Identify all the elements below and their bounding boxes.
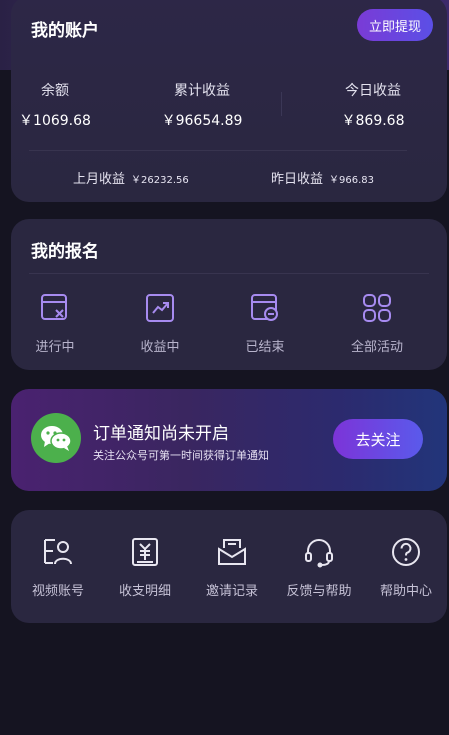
tool-item-label: 帮助中心 [379,584,432,599]
today-income-label: 今日收益 [345,83,401,99]
total-income-label: 累计收益 [174,83,230,99]
yesterday-value: ￥966.83 [329,175,375,186]
notice-subtitle: 关注公众号可第一时间获得订单通知 [93,449,269,462]
signup-item-label: 收益中 [140,340,180,355]
tools-card: 视频账号 收支明细 邀请记录 反馈与帮助 帮助中心 [11,510,447,623]
signup-item-in-progress[interactable]: 进行中 [11,292,99,355]
signup-item-label: 进行中 [35,340,75,355]
signup-item-earning[interactable]: 收益中 [116,292,204,355]
tool-item-label: 反馈与帮助 [286,584,352,599]
signup-divider [29,273,429,274]
trend-chart-icon [146,294,174,322]
last-month-stat: 上月收益 ￥26232.56 [73,168,189,187]
signup-item-label: 已结束 [245,340,285,355]
signup-card: 我的报名 进行中 收益中 已结束 全部活动 [11,219,447,370]
notice-title: 订单通知尚未开启 [93,424,229,444]
in-progress-icon [41,294,67,320]
yesterday-stat: 昨日收益 ￥966.83 [271,168,374,187]
balance-stat[interactable]: 余额 ￥1069.68 [0,80,110,130]
today-income-stat[interactable]: 今日收益 ￥869.68 [318,80,428,130]
signup-item-label: 全部活动 [350,340,403,355]
tool-item-label: 视频账号 [31,584,84,599]
yesterday-label: 昨日收益 [271,172,324,187]
ledger-icon [132,538,158,566]
total-income-stat[interactable]: 累计收益 ￥96654.89 [132,80,272,130]
help-circle-icon [392,538,420,566]
total-income-value: ￥96654.89 [161,113,243,129]
last-month-value: ￥26232.56 [131,175,189,186]
signup-item-all[interactable]: 全部活动 [333,292,421,355]
withdraw-button[interactable]: 立即提现 [357,9,433,41]
tool-item-video-account[interactable]: 视频账号 [14,536,102,599]
tool-item-ledger[interactable]: 收支明细 [101,536,189,599]
today-income-value: ￥869.68 [341,113,405,129]
wechat-icon [31,413,81,463]
balance-value: ￥1069.68 [19,113,91,129]
stat-divider [281,92,282,116]
order-notice-banner: 订单通知尚未开启 关注公众号可第一时间获得订单通知 去关注 [11,389,447,491]
follow-button[interactable]: 去关注 [333,419,423,459]
headset-icon [305,539,333,568]
last-month-label: 上月收益 [73,172,126,187]
profile-page: 我的账户 立即提现 余额 ￥1069.68 累计收益 ￥96654.89 今日收… [0,0,449,735]
invite-mail-icon [218,539,246,565]
signup-item-ended[interactable]: 已结束 [221,292,309,355]
account-title: 我的账户 [31,21,99,41]
tool-item-invite-records[interactable]: 邀请记录 [188,536,276,599]
tool-item-label: 邀请记录 [205,584,258,599]
tool-item-help-center[interactable]: 帮助中心 [362,536,449,599]
video-account-icon [44,539,72,565]
tool-item-feedback[interactable]: 反馈与帮助 [275,536,363,599]
account-card: 我的账户 立即提现 余额 ￥1069.68 累计收益 ￥96654.89 今日收… [11,0,447,202]
signup-title: 我的报名 [31,242,99,262]
balance-label: 余额 [41,83,69,99]
ended-icon [251,294,278,321]
account-divider [29,150,407,151]
tool-item-label: 收支明细 [118,584,171,599]
grid-apps-icon [363,294,391,322]
